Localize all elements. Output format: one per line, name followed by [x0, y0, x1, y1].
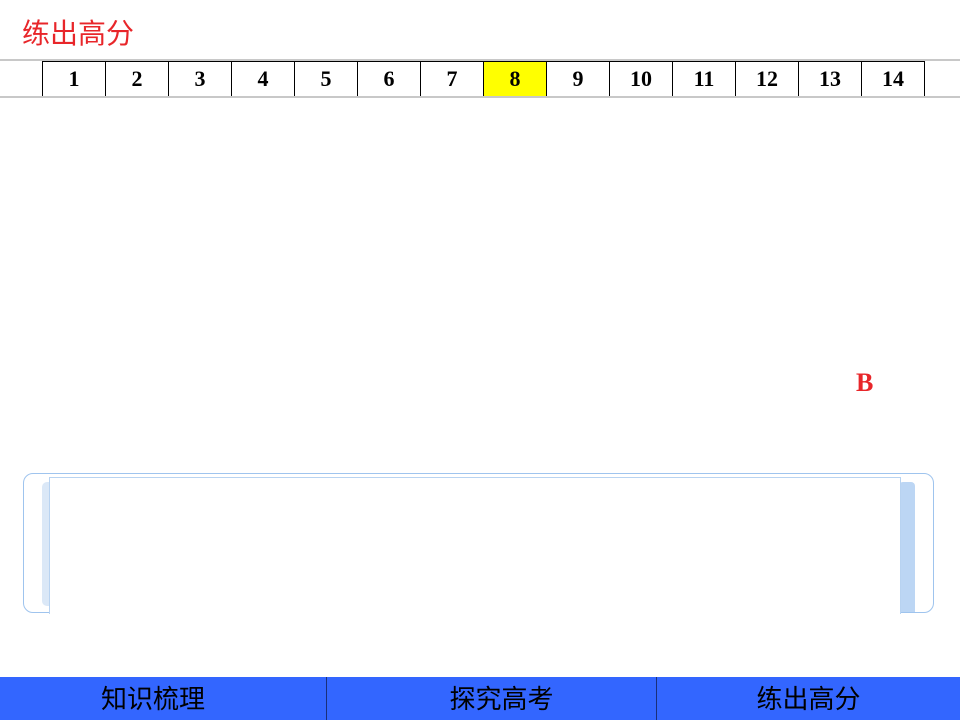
question-number-12[interactable]: 12	[736, 62, 799, 96]
nav-knowledge-review[interactable]: 知识梳理	[0, 677, 327, 720]
panel-right-edge	[899, 482, 915, 612]
panel-content-area	[49, 477, 901, 614]
answer-label: B	[856, 368, 874, 397]
question-number-11[interactable]: 11	[673, 62, 736, 96]
question-number-8-current[interactable]: 8	[484, 62, 547, 96]
nav-explore-exam-label: 探究高考	[449, 685, 554, 715]
section-title: 练出高分	[22, 17, 135, 50]
question-number-14[interactable]: 14	[862, 62, 925, 96]
question-number-10[interactable]: 10	[610, 62, 673, 96]
nav-explore-exam[interactable]: 探究高考	[327, 677, 657, 720]
question-number-2[interactable]: 2	[106, 62, 169, 96]
question-number-7[interactable]: 7	[421, 62, 484, 96]
nav-practice-high-score[interactable]: 练出高分	[657, 677, 960, 720]
question-number-4[interactable]: 4	[232, 62, 295, 96]
explanation-panel	[23, 473, 934, 614]
nav-knowledge-review-label: 知识梳理	[100, 685, 205, 715]
question-number-9[interactable]: 9	[547, 62, 610, 96]
question-number-1[interactable]: 1	[43, 62, 106, 96]
question-number-5[interactable]: 5	[295, 62, 358, 96]
number-bar-divider	[0, 96, 960, 98]
question-number-13[interactable]: 13	[799, 62, 862, 96]
question-number-bar: 1 2 3 4 5 6 7 8 9 10 11 12 13 14	[42, 61, 925, 97]
nav-practice-high-score-label: 练出高分	[756, 685, 861, 715]
question-number-6[interactable]: 6	[358, 62, 421, 96]
bottom-navigation: 知识梳理 探究高考 练出高分	[0, 677, 960, 720]
question-number-3[interactable]: 3	[169, 62, 232, 96]
